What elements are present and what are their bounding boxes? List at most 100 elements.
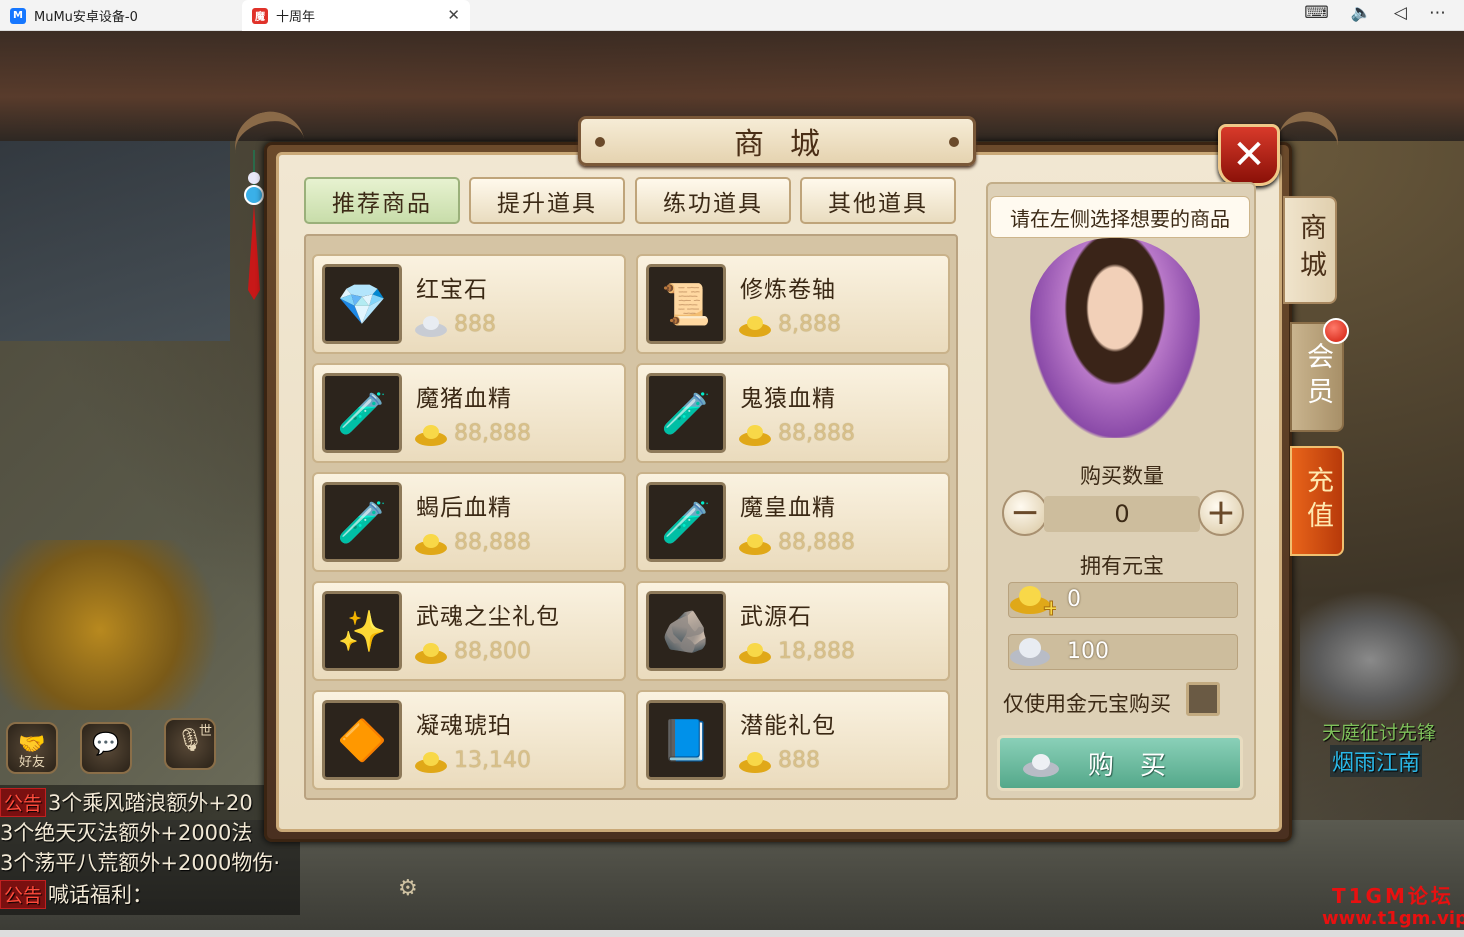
item-card-potential-pack[interactable]: 📘 潜能礼包 888 [636,690,950,790]
quantity-field[interactable]: 0 [1044,496,1200,532]
silver-ingot-icon [1007,629,1057,673]
item-price: 18,888 [778,639,855,664]
bottom-bar [0,930,1464,937]
side-tab-label: 会员 [1302,342,1333,412]
item-card-demon-emperor-essence[interactable]: 🧪 魔皇血精 88,888 [636,472,950,572]
game-icon: 魔 [252,7,268,24]
item-name: 潜能礼包 [740,713,836,739]
minus-icon: − [1009,492,1041,533]
item-name: 魔猪血精 [416,386,512,412]
stone-icon: 🪨 [646,591,726,671]
npc-title: 天庭征讨先锋 [1322,722,1437,744]
tab-game[interactable]: 魔 十周年 ✕ [242,0,470,31]
item-card-ghost-ape-essence[interactable]: 🧪 鬼猿血精 88,888 [636,363,950,463]
item-price: 88,888 [778,530,855,555]
silver-ingot-icon [1023,754,1059,777]
voice-button[interactable]: 🎙 世 [164,718,216,770]
gold-ingot-icon [415,425,447,446]
gold-ingot-icon [739,316,771,337]
close-icon: ✕ [1232,132,1266,178]
silver-ingot-icon [415,316,447,337]
volume-icon[interactable]: 🔈 [1351,3,1372,23]
amber-icon: 🔶 [322,700,402,780]
item-price: 8,888 [778,312,841,337]
quantity-increase-button[interactable]: + [1198,490,1244,536]
side-tab-shop[interactable]: 商城 [1283,196,1337,304]
gold-dust-icon: ✨ [322,591,402,671]
item-card-cultivation-scroll[interactable]: 📜 修炼卷轴 8,888 [636,254,950,354]
tab-mumu-device[interactable]: M MuMu安卓设备-0 [0,0,238,31]
gold-ingot-icon [739,425,771,446]
shop-title: 商城 [734,127,846,162]
announcement-tag: 公告 [0,880,47,909]
quantity-decrease-button[interactable]: − [1002,490,1048,536]
chat-text: 喊话福利： [48,883,154,907]
item-card-soul-amber[interactable]: 🔶 凝魂琥珀 13,140 [312,690,626,790]
chat-button[interactable]: 💬 [80,722,132,774]
item-price: 88,800 [454,639,531,664]
item-name: 凝魂琥珀 [416,713,512,739]
silver-amount: 100 [1067,639,1109,664]
watermark-logo: T1GM论坛 [1332,884,1454,908]
category-tab-recommended[interactable]: 推荐商品 [304,177,460,224]
chat-log[interactable]: 公告 3个乘风踏浪额外+20 3个绝天灭法额外+2000法 3个荡平八荒额外+20… [0,785,300,915]
ruby-icon: 💎 [322,264,402,344]
item-name: 武魂之尘礼包 [416,604,560,630]
mumu-icon: M [10,7,26,24]
item-price: 888 [454,312,496,337]
gold-ingot-add-icon[interactable]: + [1007,577,1057,621]
item-card-ruby[interactable]: 💎 红宝石 888 [312,254,626,354]
scroll-icon: 📜 [646,264,726,344]
svg-text:+: + [1042,596,1056,619]
item-price: 88,888 [778,421,855,446]
gold-ingot-icon [415,534,447,555]
more-icon[interactable]: ⋯ [1429,3,1446,23]
back-icon[interactable]: ◁ [1394,3,1407,23]
category-tab-other[interactable]: 其他道具 [800,177,956,224]
side-tab-recharge[interactable]: 充值 [1290,446,1344,556]
buy-button[interactable]: 购买 [997,735,1243,791]
close-tab-icon[interactable]: ✕ [447,6,460,24]
gold-only-checkbox[interactable] [1186,682,1220,716]
chat-line: 公告 喊话福利： [0,879,153,909]
item-card-demon-boar-essence[interactable]: 🧪 魔猪血精 88,888 [312,363,626,463]
scene-tree [0,540,230,710]
chat-text: 3个荡平八荒额外+2000物伤· [0,851,281,875]
handshake-icon: 🤝 [18,732,46,757]
keyboard-icon[interactable]: ⌨ [1304,3,1329,23]
gold-ingot-icon [739,752,771,773]
item-name: 鬼猿血精 [740,386,836,412]
owned-currency-label: 拥有元宝 [1080,554,1164,578]
item-card-scorpion-queen-essence[interactable]: 🧪 蝎后血精 88,888 [312,472,626,572]
shop-title-plate: 商城 [578,116,976,166]
quantity-label: 购买数量 [1080,464,1164,488]
friends-button[interactable]: 🤝 好友 [6,722,58,774]
item-name: 武源石 [740,604,812,630]
chat-line: 3个荡平八荒额外+2000物伤· [0,847,280,877]
item-price: 88,888 [454,421,531,446]
chat-line: 3个绝天灭法额外+2000法 [0,817,252,847]
gold-ingot-icon [415,752,447,773]
item-card-soul-dust-pack[interactable]: ✨ 武魂之尘礼包 88,800 [312,581,626,681]
plus-icon: + [1205,492,1237,533]
blood-flask-icon: 🧪 [646,373,726,453]
close-shop-button[interactable]: ✕ [1218,124,1280,186]
item-name: 魔皇血精 [740,495,836,521]
notification-dot [1323,318,1349,344]
side-tab-label: 充值 [1302,466,1333,536]
npc-name[interactable]: 烟雨江南 [1330,745,1423,777]
chat-bubble-icon: 💬 [92,732,120,757]
chat-settings-gear-icon[interactable]: ⚙ [398,876,418,901]
npc-character[interactable] [1300,590,1464,720]
category-tab-upgrade[interactable]: 提升道具 [469,177,625,224]
category-tab-training[interactable]: 练功道具 [635,177,791,224]
silver-balance: 100 [1008,634,1238,670]
world-channel-label: 世 [198,724,212,739]
item-card-origin-stone[interactable]: 🪨 武源石 18,888 [636,581,950,681]
tab-label: 十周年 [276,10,316,25]
window-titlebar: M MuMu安卓设备-0 魔 十周年 ✕ ⌨ 🔈 ◁ ⋯ [0,0,1464,31]
item-price: 88,888 [454,530,531,555]
chat-text: 3个绝天灭法额外+2000法 [0,821,253,845]
book-icon: 📘 [646,700,726,780]
tab-label: MuMu安卓设备-0 [34,10,138,25]
